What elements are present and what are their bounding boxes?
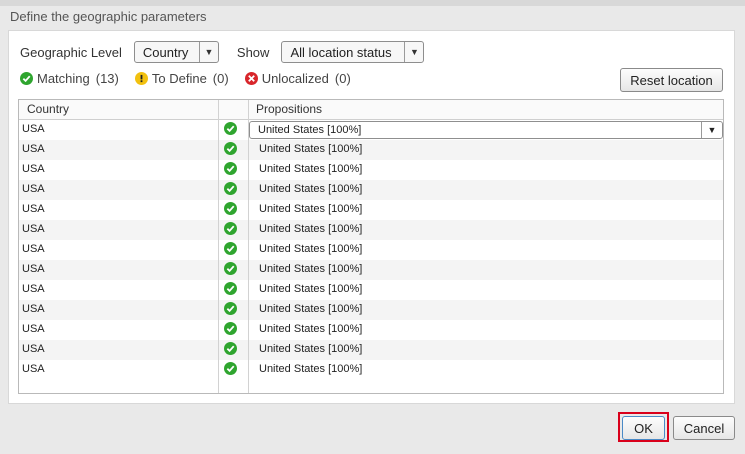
proposition-value: United States [100%] [258, 124, 362, 136]
proposition-cell: United States [100%] [259, 223, 363, 235]
proposition-cell: United States [100%] [259, 143, 363, 155]
country-cell: USA [22, 323, 45, 335]
column-divider [218, 100, 219, 393]
status-summary: Matching (13) To Define (0) Unlocalized … [20, 70, 367, 86]
table-row[interactable]: USA United States [100%] [19, 280, 723, 300]
country-cell: USA [22, 143, 45, 155]
proposition-cell: United States [100%] [259, 283, 363, 295]
table-header: Country Propositions [19, 100, 723, 120]
country-cell: USA [22, 243, 45, 255]
proposition-cell: United States [100%] [259, 343, 363, 355]
country-cell: USA [22, 283, 45, 295]
check-icon [224, 242, 237, 255]
proposition-cell: United States [100%] [259, 323, 363, 335]
proposition-cell: United States [100%] [259, 263, 363, 275]
table-row[interactable]: USA United States [100%] [19, 140, 723, 160]
locations-table: Country Propositions USA United States [1… [18, 99, 724, 394]
check-icon [224, 182, 237, 195]
proposition-cell: United States [100%] [259, 303, 363, 315]
warning-icon [134, 71, 148, 85]
status-to-define: To Define (0) [134, 70, 229, 86]
proposition-cell: United States [100%] [259, 203, 363, 215]
country-cell: USA [22, 123, 45, 135]
check-icon [224, 222, 237, 235]
header-country: Country [27, 102, 70, 116]
check-icon [224, 162, 237, 175]
check-icon [224, 122, 237, 135]
country-cell: USA [22, 303, 45, 315]
country-cell: USA [22, 343, 45, 355]
check-icon [224, 202, 237, 215]
check-icon [224, 362, 237, 375]
table-row[interactable]: USA United States [100%] [19, 180, 723, 200]
status-matching: Matching (13) [20, 71, 119, 86]
chevron-down-icon: ▼ [404, 42, 423, 62]
table-row[interactable]: USA United States [100%] [19, 340, 723, 360]
check-icon [224, 302, 237, 315]
geo-level-label: Geographic Level [20, 44, 122, 60]
cancel-button[interactable]: Cancel [673, 416, 735, 440]
country-cell: USA [22, 183, 45, 195]
show-value: All location status [290, 44, 392, 60]
country-cell: USA [22, 263, 45, 275]
error-icon [244, 71, 258, 85]
proposition-cell: United States [100%] [259, 183, 363, 195]
country-cell: USA [22, 223, 45, 235]
check-icon [20, 71, 33, 85]
table-row[interactable]: USA United States [100%] [19, 240, 723, 260]
to-define-label: To Define [151, 70, 207, 86]
ok-button[interactable]: OK [622, 416, 665, 440]
matching-count: (13) [95, 70, 119, 86]
chevron-down-icon: ▼ [701, 122, 722, 138]
table-row[interactable]: USA United States [100%] [19, 320, 723, 340]
show-select[interactable]: All location status ▼ [281, 41, 425, 63]
country-cell: USA [22, 163, 45, 175]
country-cell: USA [22, 203, 45, 215]
proposition-cell: United States [100%] [259, 243, 363, 255]
dialog-title: Define the geographic parameters [10, 9, 207, 24]
proposition-cell: United States [100%] [259, 363, 363, 375]
check-icon [224, 142, 237, 155]
check-icon [224, 262, 237, 275]
matching-label: Matching [37, 70, 90, 86]
background-window-strip [0, 0, 745, 6]
country-cell: USA [22, 363, 45, 375]
reset-location-button[interactable]: Reset location [620, 68, 723, 92]
unlocalized-label: Unlocalized [261, 70, 329, 86]
proposition-cell: United States [100%] [259, 163, 363, 175]
table-row[interactable]: USA United States [100%] ▼ [19, 120, 723, 140]
show-label: Show [236, 44, 270, 60]
geo-level-select[interactable]: Country ▼ [133, 41, 219, 63]
geo-level-value: Country [142, 44, 189, 60]
column-divider [248, 100, 249, 393]
chevron-down-icon: ▼ [198, 42, 218, 62]
proposition-select[interactable]: United States [100%] ▼ [249, 121, 723, 139]
filter-row: Geographic Level Country ▼ Show All loca… [20, 41, 425, 63]
status-unlocalized: Unlocalized (0) [244, 70, 351, 86]
table-row[interactable]: USA United States [100%] [19, 160, 723, 180]
table-row[interactable]: USA United States [100%] [19, 200, 723, 220]
table-row[interactable]: USA United States [100%] [19, 220, 723, 240]
table-row[interactable]: USA United States [100%] [19, 360, 723, 380]
header-propositions: Propositions [256, 102, 323, 116]
check-icon [224, 342, 237, 355]
unlocalized-count: (0) [334, 70, 351, 86]
table-row[interactable]: USA United States [100%] [19, 300, 723, 320]
check-icon [224, 282, 237, 295]
to-define-count: (0) [212, 70, 229, 86]
table-row[interactable]: USA United States [100%] [19, 260, 723, 280]
check-icon [224, 322, 237, 335]
